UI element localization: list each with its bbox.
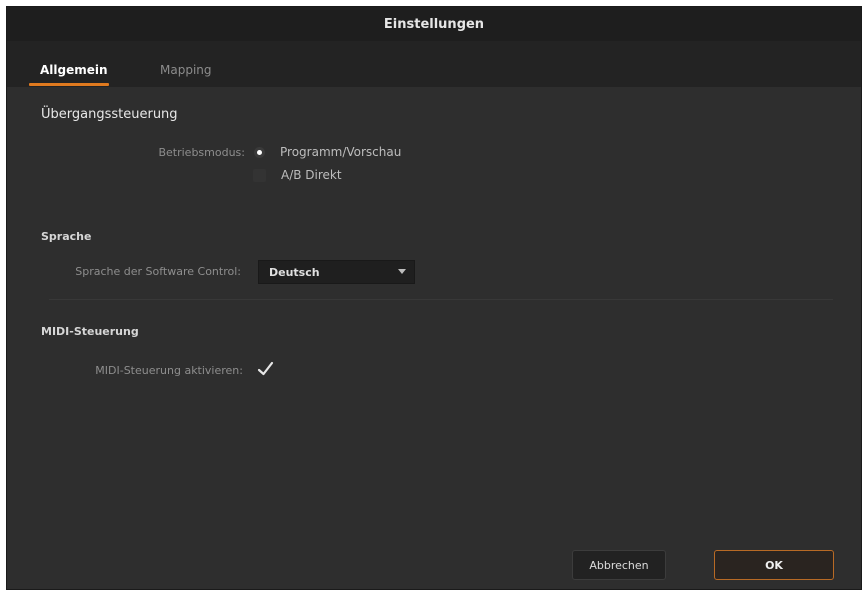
cancel-button[interactable]: Abbrechen [572, 550, 666, 580]
radio-selected-icon [254, 146, 265, 158]
section-title-transition: Übergangssteuerung [41, 107, 178, 122]
radio-unselected-icon [253, 168, 266, 182]
midi-enable-label: MIDI-Steuerung aktivieren: [95, 364, 243, 377]
settings-dialog: Einstellungen Allgemein Mapping Übergang… [6, 6, 862, 590]
language-label: Sprache der Software Control: [75, 265, 241, 278]
tab-mapping[interactable]: Mapping [160, 63, 212, 77]
tab-general[interactable]: Allgemein [40, 63, 108, 77]
window-title: Einstellungen [383, 16, 485, 32]
tab-bar: Allgemein Mapping [7, 41, 861, 87]
language-dropdown-value: Deutsch [269, 265, 320, 279]
section-title-language: Sprache [41, 230, 92, 243]
titlebar: Einstellungen [7, 7, 861, 41]
radio-program-preview[interactable]: Programm/Vorschau [254, 145, 401, 159]
chevron-down-icon [398, 269, 406, 274]
radio-ab-direct-label: A/B Direkt [281, 168, 342, 182]
ok-button[interactable]: OK [714, 550, 834, 580]
radio-program-preview-label: Programm/Vorschau [280, 145, 402, 159]
language-dropdown[interactable]: Deutsch [258, 260, 415, 284]
mode-label: Betriebsmodus: [158, 146, 245, 159]
active-tab-indicator [29, 83, 109, 86]
section-divider [49, 299, 833, 300]
checkmark-icon [257, 361, 274, 376]
section-title-midi: MIDI-Steuerung [41, 325, 139, 338]
radio-ab-direct[interactable]: A/B Direkt [253, 168, 342, 182]
midi-enable-checkbox[interactable] [255, 359, 277, 379]
